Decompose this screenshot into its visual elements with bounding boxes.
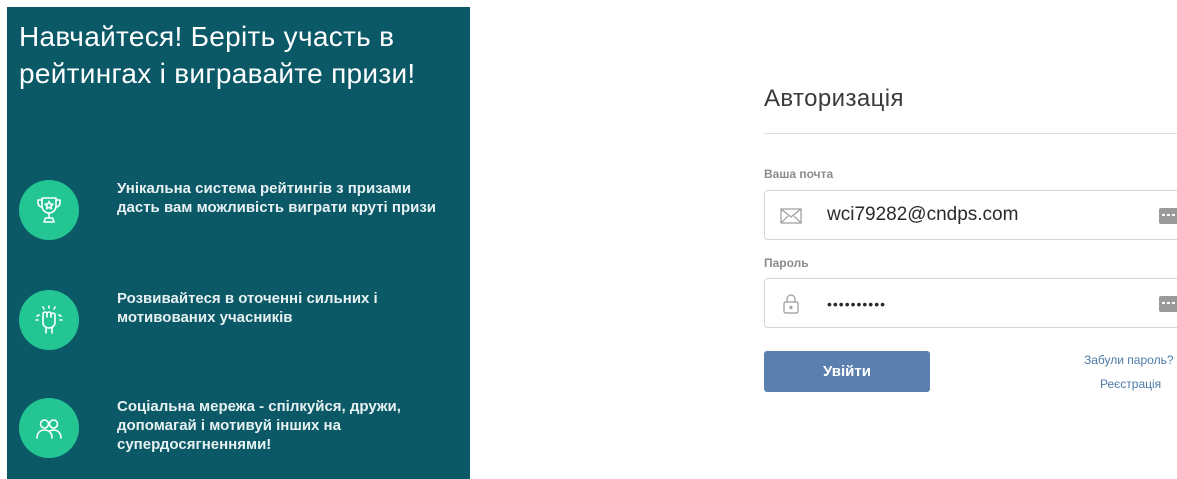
- password-label: Пароль: [764, 256, 809, 270]
- password-manager-icon[interactable]: [1159, 208, 1177, 224]
- raised-fist-icon: [19, 290, 79, 350]
- email-label: Ваша почта: [764, 167, 834, 181]
- feature-item-social: Соціальна мережа - спілкуйся, дружи, доп…: [19, 398, 459, 458]
- feature-text: Соціальна мережа - спілкуйся, дружи, доп…: [117, 398, 401, 453]
- register-link[interactable]: Реєстрація: [1100, 377, 1161, 391]
- feature-text: Розвивайтеся в оточенні сильних і мотиво…: [117, 290, 378, 326]
- promo-title: Навчайтеся! Беріть участь в рейтингах і …: [19, 21, 416, 89]
- auth-title: Авторизація: [764, 85, 904, 112]
- login-button[interactable]: Увійти: [764, 351, 930, 392]
- password-manager-icon[interactable]: [1159, 296, 1177, 312]
- lock-icon: [783, 294, 799, 314]
- password-field-box[interactable]: [764, 278, 1177, 328]
- email-field-box[interactable]: [764, 190, 1177, 240]
- feature-item-growth: Розвивайтеся в оточенні сильних і мотиво…: [19, 290, 459, 350]
- feature-item-ratings: Унікальна система рейтингів з призами да…: [19, 180, 459, 240]
- trophy-icon: [19, 180, 79, 240]
- people-icon: [19, 398, 79, 458]
- envelope-icon: [780, 208, 802, 224]
- promo-panel: Навчайтеся! Беріть участь в рейтингах і …: [7, 7, 470, 479]
- feature-text: Унікальна система рейтингів з призами да…: [117, 180, 437, 216]
- divider: [764, 133, 1177, 134]
- email-field[interactable]: [827, 204, 1127, 226]
- password-field[interactable]: [827, 296, 1127, 312]
- forgot-password-link[interactable]: Забули пароль?: [1084, 353, 1174, 367]
